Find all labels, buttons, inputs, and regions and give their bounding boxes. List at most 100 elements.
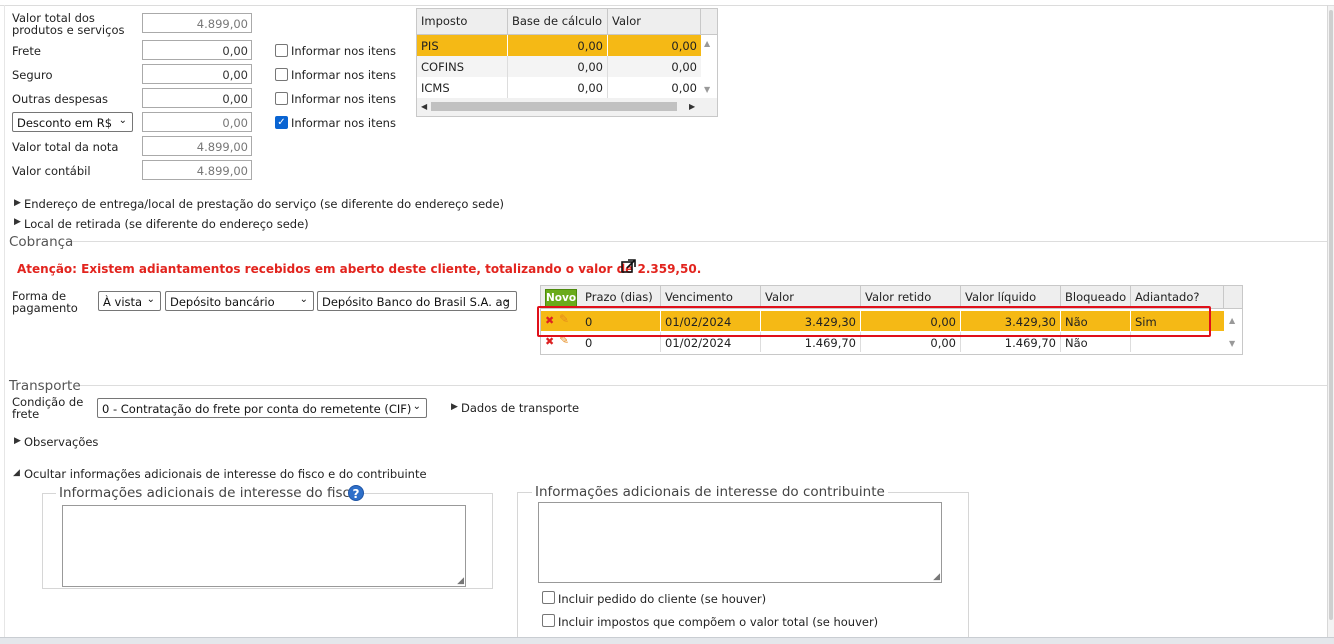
incluir-impostos-label: Incluir impostos que compõem o valor tot… <box>558 615 879 629</box>
frete-informar-label: Informar nos itens <box>291 44 396 58</box>
local-retirada-toggle[interactable]: Local de retirada (se diferente do ender… <box>24 218 309 230</box>
incluir-pedido-checkbox[interactable] <box>542 591 555 604</box>
chevron-down-icon: ⌄ <box>299 294 308 305</box>
cobranca-legend: Cobrança <box>9 234 74 250</box>
scroll-up-icon[interactable]: ▲ <box>704 39 710 48</box>
seguro-label: Seguro <box>12 68 53 82</box>
table-row[interactable]: COFINS 0,00 0,00 <box>417 56 701 77</box>
advance-warning: Atenção: Existem adiantamentos recebidos… <box>17 262 702 276</box>
valor-contabil-label: Valor contábil <box>12 164 91 178</box>
scroll-down-icon[interactable]: ▼ <box>1229 339 1235 348</box>
contribuinte-textarea[interactable]: ◢ <box>538 502 942 583</box>
col-header-prazo[interactable]: Prazo (dias) <box>581 286 661 308</box>
scroll-up-icon[interactable]: ▲ <box>1229 316 1235 325</box>
incluir-impostos-checkbox[interactable] <box>542 614 555 627</box>
help-icon[interactable]: ? <box>348 485 364 501</box>
table-row[interactable]: ICMS 0,00 0,00 <box>417 77 701 98</box>
bottom-bar <box>0 637 1334 644</box>
fisco-textarea[interactable]: ◢ <box>62 505 466 587</box>
col-header-valor[interactable]: Valor <box>761 286 861 308</box>
fisco-legend-text: Informações adicionais de interesse do f… <box>59 485 359 501</box>
forma-pagamento-value: À vista <box>103 295 143 309</box>
tax-cell-base: 0,00 <box>508 35 608 56</box>
tax-grid-hscrollbar[interactable]: ◀ ▶ <box>417 98 717 116</box>
contribuinte-legend: Informações adicionais de interesse do c… <box>532 484 888 500</box>
expand-arrow-icon[interactable]: ▶ <box>14 436 21 446</box>
transporte-divider <box>80 385 1327 386</box>
valor-total-produtos-label: Valor total dos produtos e serviços <box>12 11 125 37</box>
outras-informar-checkbox[interactable] <box>275 92 288 105</box>
meio-pagamento-select[interactable]: Depósito bancário ⌄ <box>165 291 314 311</box>
valor-total-nota-label: Valor total da nota <box>12 140 119 154</box>
external-link-icon[interactable] <box>620 258 638 274</box>
tax-cell-imposto: ICMS <box>417 77 508 98</box>
desconto-select[interactable]: Desconto em R$ ⌄ <box>12 112 133 132</box>
scroll-right-icon[interactable]: ▶ <box>689 102 695 111</box>
frete-field[interactable]: 0,00 <box>142 40 252 60</box>
cobranca-divider <box>72 241 1327 242</box>
tax-grid-header: Imposto Base de cálculo Valor <box>417 9 717 35</box>
fisco-legend: Informações adicionais de interesse do f… <box>56 485 362 501</box>
resize-grip-icon[interactable]: ◢ <box>933 572 940 582</box>
transporte-legend: Transporte <box>9 378 81 394</box>
tax-cell-imposto: COFINS <box>417 56 508 77</box>
ocultar-info-toggle[interactable]: Ocultar informações adicionais de intere… <box>24 468 427 480</box>
conta-value: Depósito Banco do Brasil S.A. ag <box>322 295 510 309</box>
tax-grid: Imposto Base de cálculo Valor PIS 0,00 0… <box>416 8 718 117</box>
valor-total-produtos-field: 4.899,00 <box>142 13 252 33</box>
scroll-left-icon[interactable]: ◀ <box>421 102 427 111</box>
tax-cell-valor: 0,00 <box>671 60 697 74</box>
chevron-down-icon: ⌄ <box>118 115 127 126</box>
valor-total-nota-field: 4.899,00 <box>142 136 252 156</box>
contribuinte-legend-text: Informações adicionais de interesse do c… <box>535 484 885 500</box>
col-header-vencimento[interactable]: Vencimento <box>661 286 761 308</box>
top-border <box>0 5 1334 6</box>
tax-cell-base: 0,00 <box>508 77 608 98</box>
desconto-field[interactable]: 0,00 <box>142 112 252 132</box>
frete-informar-checkbox[interactable] <box>275 44 288 57</box>
novo-button[interactable]: Novo <box>545 289 577 307</box>
expand-arrow-icon[interactable]: ▶ <box>14 217 21 227</box>
desconto-informar-label: Informar nos itens <box>291 116 396 130</box>
col-header-adiantado[interactable]: Adiantado? <box>1131 286 1224 308</box>
col-header-imposto[interactable]: Imposto <box>417 9 508 34</box>
chevron-down-icon: ⌄ <box>412 401 421 412</box>
tax-cell-valor: 0,00 <box>671 81 697 95</box>
scroll-down-icon[interactable]: ▼ <box>704 85 710 94</box>
col-header-valor-liquido[interactable]: Valor líquido <box>961 286 1061 308</box>
page-scrollbar-thumb[interactable] <box>1329 10 1333 620</box>
table-row[interactable]: PIS 0,00 0,00 <box>417 35 701 56</box>
highlight-frame <box>537 306 1211 337</box>
tax-cell-imposto: PIS <box>417 35 508 56</box>
col-header-base[interactable]: Base de cálculo <box>508 9 608 34</box>
condicao-frete-label: Condição de frete <box>12 395 84 421</box>
condicao-frete-value: 0 - Contratação do frete por conta do re… <box>102 402 412 416</box>
desconto-informar-checkbox[interactable]: ✓ <box>275 116 288 129</box>
meio-pagamento-value: Depósito bancário <box>170 295 275 309</box>
condicao-frete-select[interactable]: 0 - Contratação do frete por conta do re… <box>97 398 427 418</box>
resize-grip-icon[interactable]: ◢ <box>457 576 464 586</box>
endereco-entrega-toggle[interactable]: Endereço de entrega/local de prestação d… <box>24 198 504 210</box>
forma-pagamento-label: Forma de pagamento <box>12 289 78 315</box>
tax-cell-valor: 0,00 <box>671 39 697 53</box>
conta-select[interactable]: Depósito Banco do Brasil S.A. ag ⌄ <box>317 291 517 311</box>
outras-informar-label: Informar nos itens <box>291 92 396 106</box>
collapse-arrow-icon[interactable]: ◢ <box>13 468 20 478</box>
outras-despesas-field[interactable]: 0,00 <box>142 88 252 108</box>
desconto-select-value: Desconto em R$ <box>17 116 113 130</box>
hscroll-thumb[interactable] <box>431 102 677 111</box>
outras-despesas-label: Outras despesas <box>12 92 109 106</box>
incluir-pedido-label: Incluir pedido do cliente (se houver) <box>558 592 767 606</box>
col-header-valor[interactable]: Valor <box>608 9 701 34</box>
expand-arrow-icon[interactable]: ▶ <box>14 198 21 208</box>
dados-transporte-link[interactable]: Dados de transporte <box>461 402 579 414</box>
observacoes-toggle[interactable]: Observações <box>24 436 98 448</box>
tax-cell-base: 0,00 <box>508 56 608 77</box>
seguro-informar-checkbox[interactable] <box>275 68 288 81</box>
seguro-field[interactable]: 0,00 <box>142 64 252 84</box>
col-header-bloqueado[interactable]: Bloqueado <box>1061 286 1131 308</box>
col-header-valor-retido[interactable]: Valor retido <box>861 286 961 308</box>
forma-pagamento-select[interactable]: À vista ⌄ <box>98 291 161 311</box>
chevron-down-icon: ⌄ <box>146 294 155 305</box>
expand-arrow-icon[interactable]: ▶ <box>451 402 458 412</box>
